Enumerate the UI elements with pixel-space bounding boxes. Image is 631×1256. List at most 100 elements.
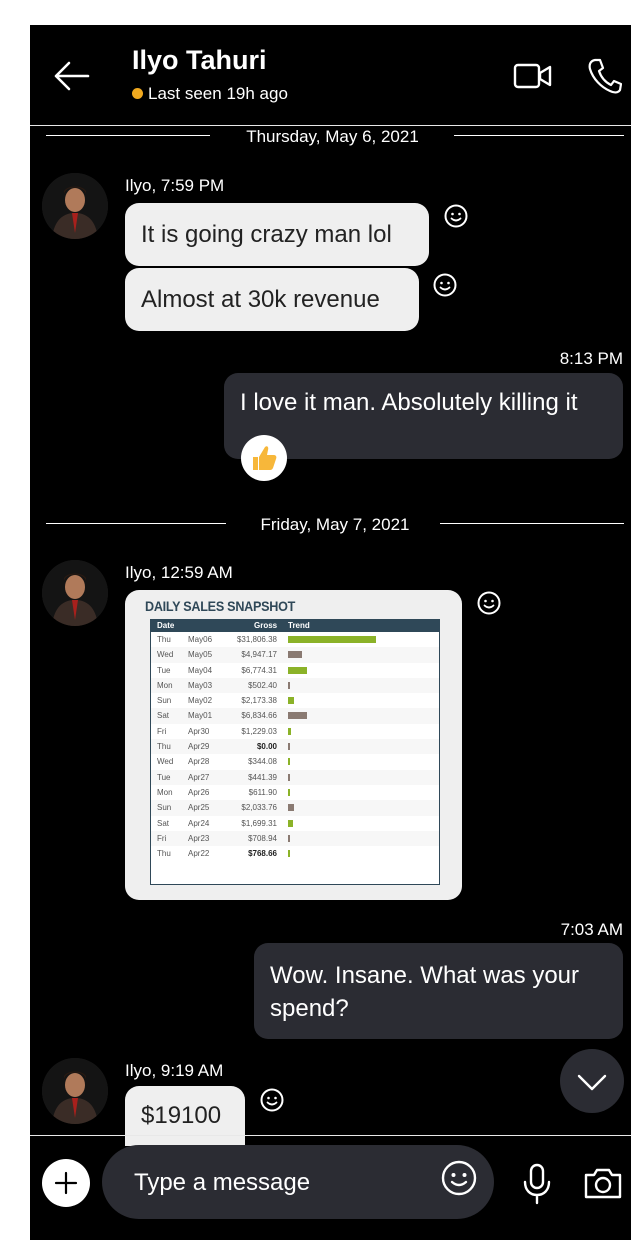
snapshot-row: Wed May05 $4,947.17 [151, 647, 439, 663]
row-date: Apr30 [188, 726, 210, 736]
row-date: May02 [188, 696, 213, 706]
camera-icon [584, 1168, 622, 1199]
row-gross: $6,774.31 [241, 665, 277, 675]
chat-screen: Ilyo Tahuri Last seen 19h ago Thursday, … [30, 25, 631, 1240]
outgoing-message-text: Wow. Insane. What was your [270, 962, 580, 989]
row-day: Thu [157, 742, 171, 752]
row-gross: $2,173.38 [241, 696, 277, 706]
reaction-thumbs-up[interactable] [241, 435, 287, 481]
trend-bar [288, 804, 294, 812]
row-date: Apr23 [188, 833, 210, 843]
date-separator-line-left [46, 135, 210, 136]
chevron-down-icon [577, 1074, 607, 1091]
back-button[interactable] [52, 59, 92, 93]
snapshot-table-header: Date Gross Trend [151, 620, 439, 632]
row-gross: $502.40 [248, 680, 277, 690]
row-gross: $6,834.66 [241, 711, 277, 721]
avatar[interactable] [42, 1058, 108, 1124]
trend-bar [288, 697, 294, 705]
snapshot-row: Sat Apr24 $1,699.31 [151, 816, 439, 831]
row-day: Mon [157, 787, 173, 797]
microphone-icon [523, 1163, 551, 1205]
row-date: Apr26 [188, 787, 210, 797]
snapshot-row: Mon Apr26 $611.90 [151, 785, 439, 800]
scroll-to-bottom-button[interactable] [560, 1049, 624, 1113]
row-gross: $1,229.03 [241, 726, 277, 736]
snapshot-title: DAILY SALES SNAPSHOT [145, 598, 296, 614]
voice-call-button[interactable] [586, 57, 623, 95]
row-day: Thu [157, 635, 171, 644]
row-gross: $344.08 [248, 757, 277, 767]
row-date: Apr28 [188, 757, 210, 767]
column-header: Trend [288, 621, 310, 630]
snapshot-row: Sun Apr25 $2,033.76 [151, 800, 439, 816]
contact-name[interactable]: Ilyo Tahuri [132, 45, 267, 76]
smiley-icon [433, 273, 457, 297]
row-date: May06 [188, 635, 213, 644]
row-day: Fri [157, 833, 167, 843]
thumbs-up-icon [253, 446, 277, 470]
message-input-placeholder: Type a message [134, 1169, 311, 1196]
snapshot-row: Fri Apr23 $708.94 [151, 830, 439, 847]
message-time: 8:13 PM [559, 349, 623, 368]
row-day: Sun [157, 803, 172, 813]
row-day: Sat [157, 818, 170, 828]
smiley-icon [477, 591, 501, 615]
row-gross: $708.94 [248, 833, 277, 843]
last-seen-clock-icon [132, 88, 143, 99]
react-emoji-button[interactable] [432, 272, 458, 303]
snapshot-row: Wed Apr28 $344.08 [151, 754, 439, 769]
smiley-icon [444, 204, 468, 228]
message-bubble[interactable]: It is going crazy man lol [125, 203, 429, 266]
column-header: Date [157, 621, 175, 630]
message-time: 7:03 AM [560, 920, 623, 939]
outgoing-message-bubble[interactable]: Wow. Insane. What was your spend? [254, 943, 623, 1039]
trend-bar [288, 727, 291, 735]
row-gross: $1,699.31 [241, 818, 277, 828]
row-day: Wed [157, 757, 174, 767]
trend-bar [288, 743, 290, 751]
message-bubble[interactable]: Almost at 30k revenue [125, 268, 419, 331]
react-emoji-button[interactable] [443, 203, 469, 234]
row-gross: $441.39 [248, 772, 277, 782]
column-header: Gross [254, 621, 278, 630]
avatar[interactable] [42, 173, 108, 239]
trend-bar [288, 788, 290, 796]
row-date: Apr24 [188, 818, 210, 828]
react-emoji-button[interactable] [259, 1087, 285, 1118]
outgoing-message-text: I love it man. Absolutely killing it [240, 389, 578, 416]
snapshot-table: Date Gross Trend Thu May06 $31,806.38 Wed Ma… [150, 619, 440, 885]
row-day: Thu [157, 849, 171, 859]
row-day: Sat [157, 711, 170, 721]
row-gross: $768.66 [248, 849, 277, 859]
voice-message-button[interactable] [522, 1163, 552, 1205]
date-separator-label: Thursday, May 6, 2021 [246, 127, 419, 146]
sender-name-time: Ilyo, 9:19 AM [125, 1061, 224, 1080]
row-day: Sun [157, 696, 172, 706]
add-attachment-button[interactable] [42, 1159, 90, 1207]
trend-bar [288, 681, 290, 689]
row-gross: $611.90 [248, 787, 277, 797]
react-emoji-button[interactable] [476, 590, 502, 621]
emoji-picker-button[interactable] [440, 1159, 478, 1197]
video-call-button[interactable] [513, 61, 553, 91]
camera-button[interactable] [583, 1165, 623, 1201]
composer-divider [30, 1135, 631, 1136]
trend-bar [288, 834, 290, 842]
image-message[interactable]: DAILY SALES SNAPSHOT Date Gross Trend Th… [125, 590, 462, 900]
row-date: Apr29 [188, 742, 210, 752]
snapshot-row: Tue Apr27 $441.39 [151, 769, 439, 785]
message-bubble[interactable]: $19100 [125, 1086, 245, 1146]
avatar[interactable] [42, 560, 108, 626]
smiley-icon [441, 1160, 477, 1196]
snapshot-rows: Thu May06 $31,806.38 Wed May05 $4,947.17 Tue Ma… [151, 632, 439, 861]
video-camera-icon [513, 63, 552, 89]
back-arrow-icon [54, 61, 90, 91]
trend-bar [288, 636, 376, 643]
snapshot-row: Sat May01 $6,834.66 [151, 708, 439, 724]
snapshot-row: Thu May06 $31,806.38 [151, 632, 439, 647]
last-seen-status: Last seen 19h ago [148, 84, 288, 103]
snapshot-row: Thu Apr22 $768.66 [151, 846, 439, 861]
header-divider [30, 125, 631, 126]
trend-bar [288, 758, 290, 766]
